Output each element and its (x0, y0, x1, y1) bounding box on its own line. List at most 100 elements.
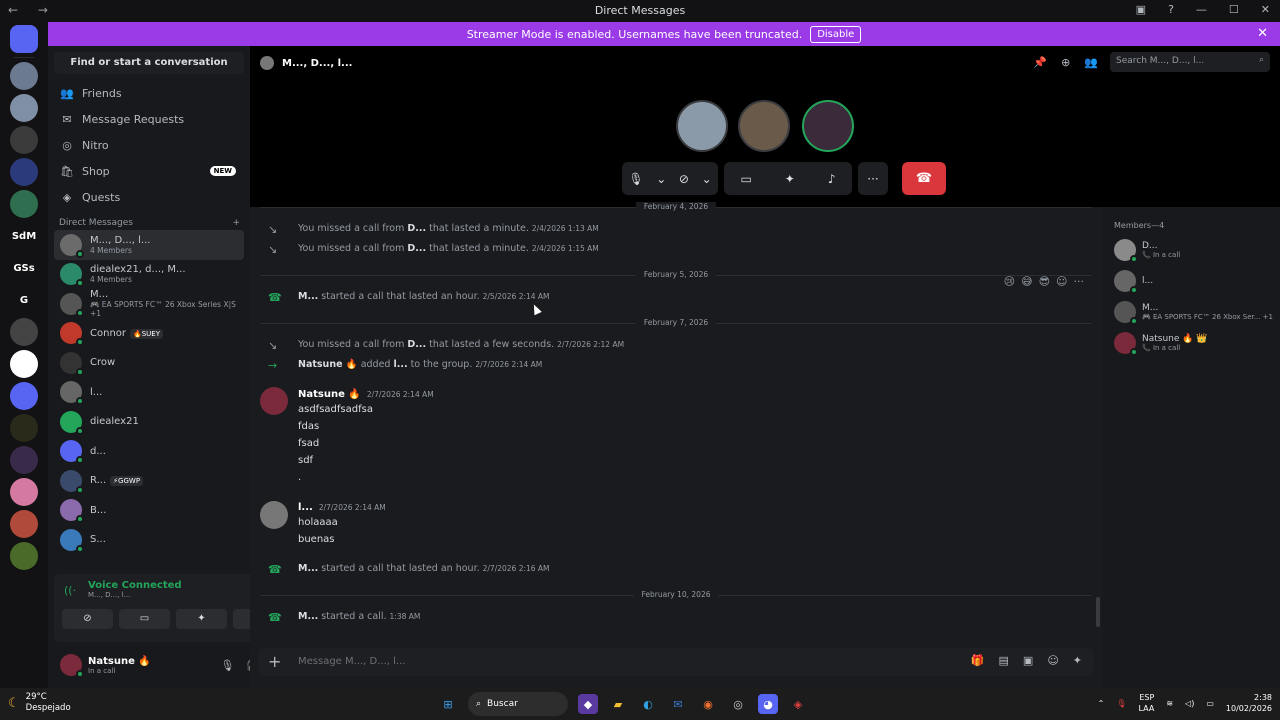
server-icon[interactable] (10, 25, 38, 53)
weather-widget[interactable]: ☾ 29°C Despejado (8, 692, 71, 714)
close-icon[interactable]: ✕ (1261, 3, 1270, 16)
taskbar-search[interactable]: ⌕ Buscar (468, 692, 568, 716)
add-member-icon[interactable]: ⊕ (1061, 56, 1070, 69)
find-conversation-button[interactable]: Find or start a conversation (54, 52, 244, 74)
call-participant-avatar[interactable] (738, 100, 790, 152)
dm-item[interactable]: diealex21, d..., M... 4 Members (54, 260, 244, 290)
gif-icon[interactable]: ▤ (999, 654, 1009, 667)
nav-item-message-requests[interactable]: ✉ Message Requests (48, 106, 250, 132)
pin-icon[interactable]: 📌 (1033, 56, 1047, 69)
mic-icon[interactable]: 🎙 (1116, 699, 1126, 708)
server-icon[interactable] (10, 382, 38, 410)
hang-up-button[interactable]: ☎ (902, 162, 946, 195)
camera-off-button[interactable]: ⊘ (62, 609, 113, 629)
server-icon[interactable] (10, 158, 38, 186)
members-icon[interactable]: 👥 (1084, 56, 1098, 69)
screen-share-button[interactable]: ▭ (119, 609, 170, 629)
chevron-down-icon[interactable]: ⌄ (702, 172, 712, 186)
edge-icon[interactable]: ◐ (638, 694, 658, 714)
username[interactable]: Natsune 🔥 (88, 656, 151, 667)
scrollbar[interactable] (1096, 597, 1100, 627)
member-item[interactable]: D... 📞 In a call (1102, 236, 1280, 264)
server-icon[interactable] (10, 350, 38, 378)
emoji-icon[interactable]: ☺ (1047, 654, 1058, 667)
member-item[interactable]: M... 🎮 EA SPORTS FC™ 26 Xbox Ser... +1 (1102, 298, 1280, 326)
server-icon[interactable] (10, 318, 38, 346)
dm-item[interactable]: B... (54, 496, 244, 526)
message-author[interactable]: l... 2/7/2026 2:14 AM (298, 502, 386, 513)
nav-item-nitro[interactable]: ◎ Nitro (48, 132, 250, 158)
message-author[interactable]: Natsune 🔥 2/7/2026 2:14 AM (298, 389, 434, 400)
apps-icon[interactable]: ✦ (1073, 654, 1082, 667)
more-icon[interactable]: ··· (1074, 275, 1085, 288)
server-icon[interactable]: GSs (10, 254, 38, 282)
server-icon[interactable] (10, 94, 38, 122)
chevron-down-icon[interactable]: ⌄ (656, 172, 666, 186)
start-icon[interactable]: ⊞ (438, 694, 458, 714)
server-icon[interactable] (10, 542, 38, 570)
call-participant-avatar[interactable] (676, 100, 728, 152)
app-icon[interactable]: ◈ (788, 694, 808, 714)
message-input[interactable]: + Message M..., D..., l... 🎁 ▤ ▣ ☺ ✦ (258, 648, 1094, 676)
dm-item[interactable]: R... ⚡GGWP (54, 466, 244, 496)
disable-button[interactable]: Disable (810, 25, 862, 43)
copilot-icon[interactable]: ◆ (578, 694, 598, 714)
add-attachment-icon[interactable]: + (268, 652, 281, 671)
sticker-icon[interactable]: ▣ (1023, 654, 1033, 667)
banner-close-icon[interactable]: ✕ (1257, 26, 1268, 41)
server-icon[interactable] (10, 446, 38, 474)
activities-button[interactable]: ✦ (176, 609, 227, 629)
reaction-emoji[interactable]: 😢 (1004, 275, 1015, 288)
more-options-button[interactable]: ··· (858, 162, 888, 195)
server-icon[interactable] (10, 414, 38, 442)
app-icon[interactable]: ◎ (728, 694, 748, 714)
server-icon[interactable] (10, 126, 38, 154)
search-box[interactable]: Search M..., D..., l... ⌕ (1110, 52, 1270, 72)
gift-icon[interactable]: 🎁 (971, 654, 985, 667)
call-participant-avatar[interactable] (802, 100, 854, 152)
member-item[interactable]: l... (1102, 267, 1280, 295)
dm-item[interactable]: Connor 🔥SUEY (54, 319, 244, 349)
server-icon[interactable] (10, 478, 38, 506)
nav-item-shop[interactable]: 🛍 Shop NEW (48, 158, 250, 184)
activities-icon[interactable]: ✦ (785, 172, 795, 186)
server-icon[interactable]: G (10, 286, 38, 314)
inbox-icon[interactable]: ▣ (1136, 3, 1146, 16)
mic-icon[interactable]: 🎙 (220, 659, 234, 672)
maximize-icon[interactable]: ☐ (1229, 3, 1239, 16)
reaction-emoji[interactable]: 😎 (1039, 275, 1050, 288)
server-icon[interactable]: SdM (10, 222, 38, 250)
add-reaction-icon[interactable]: ☺ (1056, 275, 1067, 288)
nav-item-friends[interactable]: 👥 Friends (48, 80, 250, 106)
avatar[interactable] (260, 387, 288, 415)
avatar[interactable] (60, 654, 84, 678)
battery-icon[interactable]: ▭ (1206, 699, 1214, 708)
call-header-title[interactable]: M..., D..., l... (282, 58, 352, 69)
soundboard-icon[interactable]: ♪ (828, 172, 836, 186)
volume-icon[interactable]: ◁) (1185, 699, 1194, 708)
file-explorer-icon[interactable]: ▰ (608, 694, 628, 714)
mic-toggle[interactable]: 🎙 ⌄ ⊘ ⌄ (622, 162, 718, 195)
server-icon[interactable] (10, 190, 38, 218)
reaction-emoji[interactable]: 😅 (1021, 275, 1032, 288)
dm-item[interactable]: M... 🎮 EA SPORTS FC™ 26 Xbox Series X|S +… (54, 289, 244, 319)
help-icon[interactable]: ? (1168, 3, 1174, 16)
firefox-icon[interactable]: ◉ (698, 694, 718, 714)
language-indicator[interactable]: ESP LAA (1139, 692, 1155, 714)
wifi-icon[interactable]: ≋ (1166, 699, 1173, 708)
dm-item[interactable]: M..., D..., l... 4 Members (54, 230, 244, 260)
nav-item-quests[interactable]: ◈ Quests (48, 184, 250, 210)
discord-icon[interactable]: ◕ (758, 694, 778, 714)
camera-off-icon[interactable]: ⊘ (679, 172, 689, 186)
dm-item[interactable]: S... (54, 525, 244, 555)
chevron-up-icon[interactable]: ⌃ (1098, 699, 1105, 708)
dm-item[interactable]: diealex21 (54, 407, 244, 437)
minimize-icon[interactable]: — (1196, 3, 1207, 16)
server-icon[interactable] (10, 62, 38, 90)
server-icon[interactable] (10, 510, 38, 538)
clock[interactable]: 2:38 10/02/2026 (1226, 692, 1272, 714)
screen-share-icon[interactable]: ▭ (740, 172, 751, 186)
dm-item[interactable]: l... (54, 378, 244, 408)
dm-item[interactable]: Crow (54, 348, 244, 378)
avatar[interactable] (260, 501, 288, 529)
